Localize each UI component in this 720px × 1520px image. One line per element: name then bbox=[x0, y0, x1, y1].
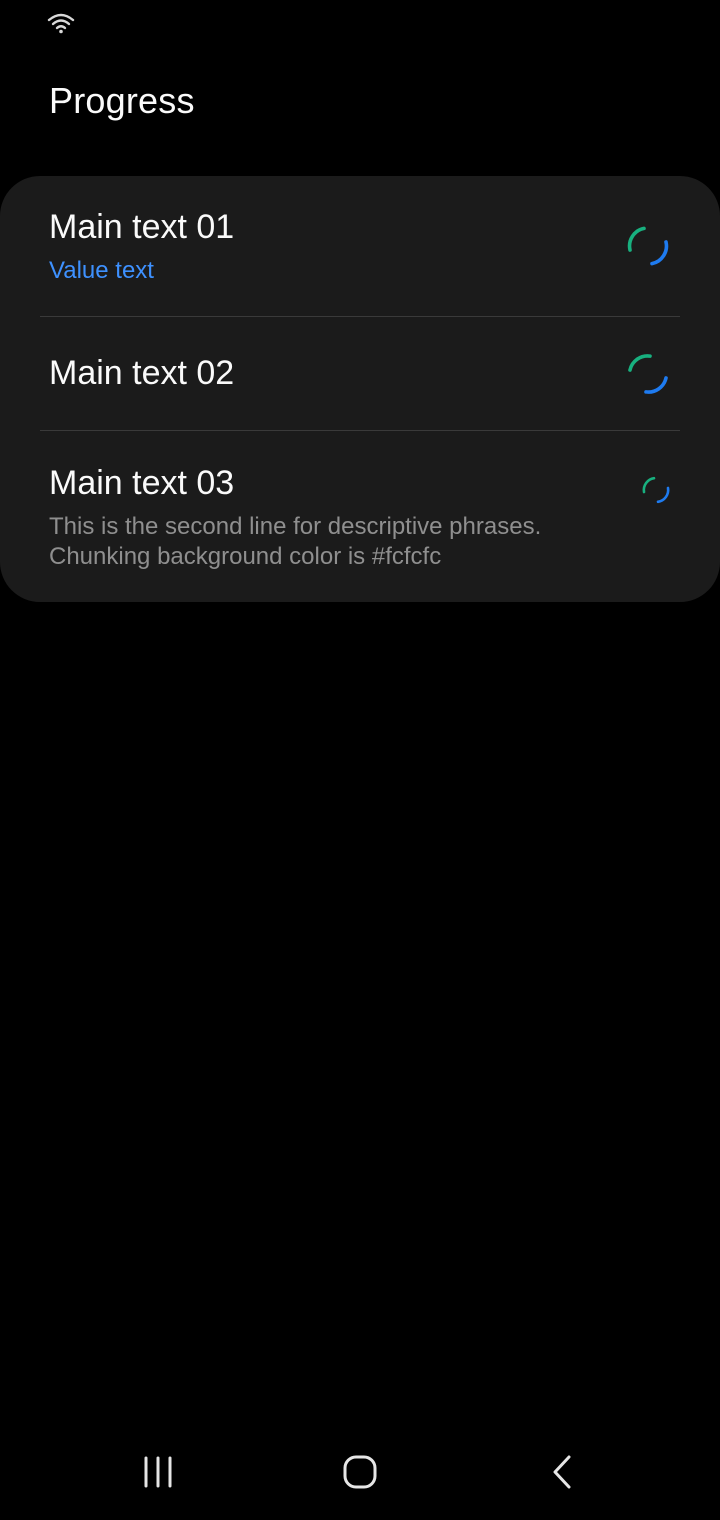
screen: Progress Main text 01 Value text Main te… bbox=[0, 0, 720, 1520]
recents-icon bbox=[144, 1456, 172, 1488]
wifi-icon bbox=[47, 13, 75, 34]
list-item-title: Main text 03 bbox=[49, 464, 235, 502]
circular-progress-icon bbox=[627, 226, 669, 266]
back-icon bbox=[553, 1455, 571, 1489]
home-button[interactable] bbox=[330, 1452, 390, 1492]
list-item-description: This is the second line for descriptive … bbox=[49, 512, 629, 572]
list-item-2[interactable]: Main text 02 bbox=[0, 317, 720, 430]
home-icon bbox=[343, 1455, 377, 1489]
list-item-1[interactable]: Main text 01 Value text bbox=[0, 176, 720, 316]
list-item-title: Main text 02 bbox=[49, 354, 235, 392]
status-bar bbox=[0, 0, 720, 44]
circular-progress-icon bbox=[628, 354, 668, 394]
recents-button[interactable] bbox=[128, 1452, 188, 1492]
list-item-3[interactable]: Main text 03 This is the second line for… bbox=[0, 431, 720, 602]
description-line-2: Chunking background color is #fcfcfc bbox=[49, 543, 442, 570]
list-item-title: Main text 01 bbox=[49, 208, 235, 246]
navigation-bar bbox=[0, 1424, 720, 1520]
list-item-value: Value text bbox=[49, 257, 154, 284]
description-line-1: This is the second line for descriptive … bbox=[49, 513, 542, 540]
list-card: Main text 01 Value text Main text 02 Mai… bbox=[0, 176, 720, 602]
circular-progress-small-icon bbox=[642, 476, 670, 504]
page-title: Progress bbox=[49, 80, 195, 121]
back-button[interactable] bbox=[532, 1452, 592, 1492]
